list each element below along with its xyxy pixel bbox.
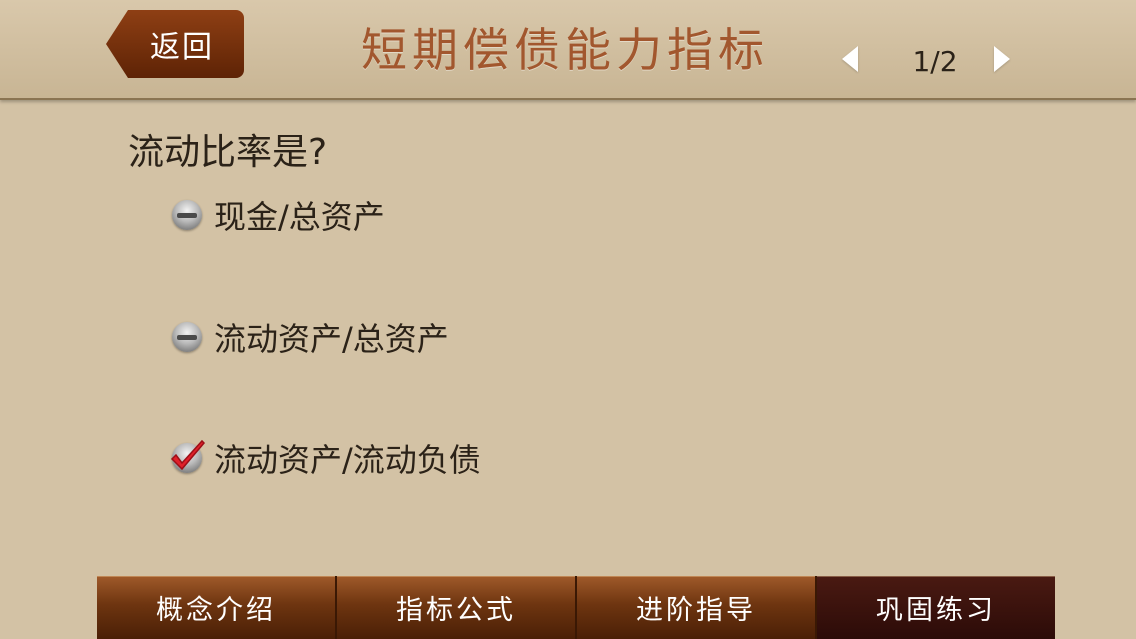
radio-icon-selected[interactable] [170, 439, 206, 473]
tab-practice[interactable]: 巩固练习 [817, 576, 1055, 639]
question-text: 流动比率是? [128, 132, 328, 173]
tab-formula[interactable]: 指标公式 [337, 576, 577, 639]
answer-option-label: 现金/总资产 [214, 198, 385, 236]
answer-option-label: 流动资产/流动负债 [214, 441, 481, 479]
checkmark-icon [170, 439, 206, 471]
answer-option-3[interactable]: 流动资产/流动负债 [170, 433, 481, 483]
radio-icon[interactable] [172, 200, 202, 230]
next-page-icon[interactable] [992, 46, 1010, 74]
answer-option-label: 流动资产/总资产 [214, 320, 449, 358]
answer-option-1[interactable]: 现金/总资产 [172, 190, 385, 240]
tab-concept-intro[interactable]: 概念介绍 [97, 576, 337, 639]
radio-icon[interactable] [172, 322, 202, 352]
page-indicator: 1/2 [912, 45, 958, 78]
page-title: 短期偿债能力指标 [361, 23, 769, 77]
header-bar: 返回 短期偿债能力指标 1/2 [0, 0, 1136, 100]
tab-advanced-guide[interactable]: 进阶指导 [577, 576, 817, 639]
prev-page-icon[interactable] [842, 46, 860, 74]
bottom-tab-bar: 概念介绍 指标公式 进阶指导 巩固练习 [97, 576, 1055, 639]
answer-option-2[interactable]: 流动资产/总资产 [172, 312, 449, 362]
back-button[interactable]: 返回 [106, 10, 244, 78]
